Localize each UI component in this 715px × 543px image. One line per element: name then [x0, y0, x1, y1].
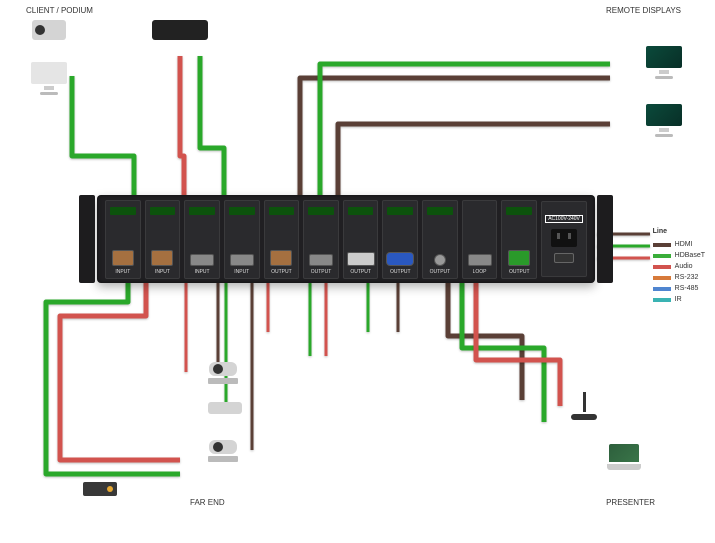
wire-hdbt-amp	[46, 282, 180, 474]
legend-audio: Audio	[675, 261, 693, 272]
slot-output-vga: OUTPUT	[382, 200, 418, 279]
slot-output-dvi: OUTPUT	[343, 200, 379, 279]
wire-audio-tl	[180, 56, 184, 198]
wire-hdbt-tl-1	[72, 76, 134, 198]
device-computer-tl	[28, 62, 70, 96]
ac-inlet-icon	[551, 229, 577, 247]
wire-hdmi-disp-b	[338, 124, 610, 198]
slot-control-lan: OUTPUT	[501, 200, 537, 279]
slot-output-hdmi-1: OUTPUT	[303, 200, 339, 279]
slot-output-hdbt-1: OUTPUT	[264, 200, 300, 279]
slot-input-hdbt-1: INPUT	[105, 200, 141, 279]
legend: Line HDMI HDBaseT Audio RS-232 RS-485 IR	[653, 226, 705, 305]
caption-client-podium: CLIENT / PODIUM	[26, 6, 93, 16]
device-amplifier	[70, 482, 130, 516]
device-doccam	[563, 392, 605, 426]
caption-presenter: PRESENTER	[606, 498, 655, 508]
slot-input-hdmi-2: INPUT	[224, 200, 260, 279]
slot-loop-hdmi: LOOP	[462, 200, 498, 279]
av-matrix-switcher: INPUT INPUT INPUT INPUT OUTPUT OUTPUT OU…	[97, 195, 595, 283]
legend-heading: Line	[653, 226, 705, 237]
device-vc-camera-1	[202, 362, 244, 396]
legend-rs485: RS-485	[675, 283, 699, 294]
legend-ir: IR	[675, 294, 682, 305]
caption-remote-displays: REMOTE DISPLAYS	[606, 6, 681, 16]
device-dvdp	[202, 402, 248, 436]
device-projector	[28, 20, 70, 54]
device-laptop	[603, 444, 645, 478]
wire-audio-presenter	[476, 282, 560, 406]
wire-hdmi-disp-a	[300, 78, 610, 198]
wire-audio-amp	[60, 282, 180, 460]
device-vc-camera-2	[202, 440, 244, 474]
legend-hdmi: HDMI	[675, 239, 693, 250]
caption-far-end: FAR END	[190, 498, 225, 508]
device-display-b	[643, 104, 685, 138]
diagram-canvas: { "top_left": { "title": "CLIENT / PODIU…	[0, 0, 715, 543]
device-hdbt-tx	[150, 20, 210, 54]
wire-hdbt-disp-a	[320, 64, 610, 198]
power-switch-icon	[554, 253, 574, 263]
legend-hdbt: HDBaseT	[675, 250, 705, 261]
wire-hdbt-laptop	[462, 282, 544, 422]
wire-hdmi-doccam	[448, 282, 522, 400]
device-display-a	[643, 46, 685, 80]
slot-input-hdbt-2: INPUT	[145, 200, 181, 279]
legend-rs232: RS-232	[675, 272, 699, 283]
wire-hdbt-tl-2	[200, 56, 224, 198]
slot-output-bnc: OUTPUT	[422, 200, 458, 279]
slot-input-hdmi-1: INPUT	[184, 200, 220, 279]
psu: AC100V-240V	[541, 201, 587, 277]
